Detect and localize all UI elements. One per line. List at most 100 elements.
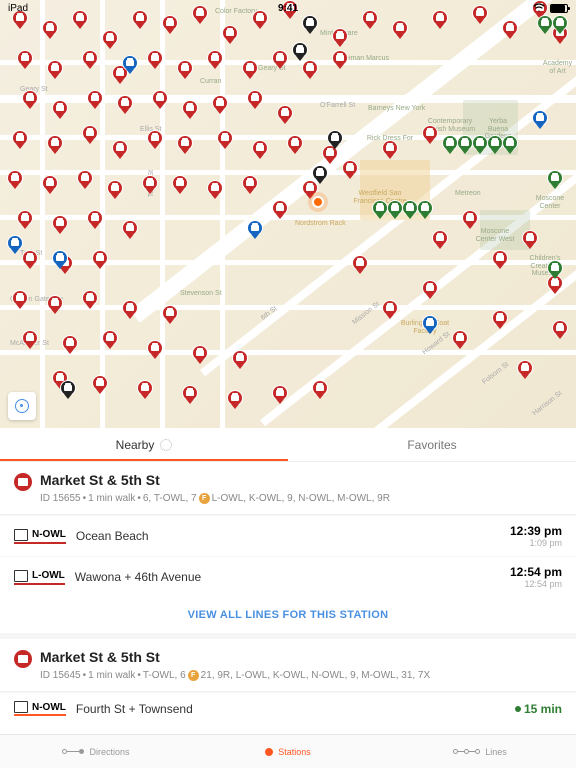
transit-stop-pin[interactable] [502,20,518,40]
transit-stop-pin[interactable] [422,280,438,300]
transit-stop-pin[interactable] [382,300,398,320]
transit-stop-pin[interactable] [52,100,68,120]
line-row[interactable]: L-OWL Wawona + 46th Avenue 12:54 pm 12:5… [0,556,576,597]
transit-stop-pin[interactable] [287,135,303,155]
transit-stop-pin[interactable] [227,390,243,410]
transit-stop-pin[interactable] [247,220,263,240]
station-card[interactable]: Market St & 5th St ID 15655• 1 min walk•… [0,462,576,515]
transit-stop-pin[interactable] [87,90,103,110]
transit-stop-pin[interactable] [312,380,328,400]
transit-stop-pin[interactable] [302,60,318,80]
transit-stop-pin[interactable] [7,235,23,255]
transit-stop-pin[interactable] [247,90,263,110]
transit-stop-pin[interactable] [17,50,33,70]
transit-stop-pin[interactable] [422,315,438,335]
transit-stop-pin[interactable] [537,15,553,35]
transit-stop-pin[interactable] [492,310,508,330]
transit-stop-pin[interactable] [147,50,163,70]
transit-stop-pin[interactable] [60,380,76,400]
transit-stop-pin[interactable] [432,230,448,250]
nav-lines[interactable]: Lines [384,735,576,768]
transit-stop-pin[interactable] [22,90,38,110]
transit-stop-pin[interactable] [492,250,508,270]
transit-stop-pin[interactable] [552,320,568,340]
transit-stop-pin[interactable] [47,60,63,80]
transit-stop-pin[interactable] [122,55,138,75]
transit-stop-pin[interactable] [342,160,358,180]
transit-stop-pin[interactable] [352,255,368,275]
transit-stop-pin[interactable] [102,30,118,50]
transit-stop-pin[interactable] [502,135,518,155]
transit-stop-pin[interactable] [532,110,548,130]
transit-stop-pin[interactable] [252,140,268,160]
transit-stop-pin[interactable] [372,200,388,220]
nav-directions[interactable]: Directions [0,735,192,768]
transit-stop-pin[interactable] [312,165,328,185]
transit-stop-pin[interactable] [232,350,248,370]
transit-stop-pin[interactable] [487,135,503,155]
transit-stop-pin[interactable] [182,385,198,405]
transit-stop-pin[interactable] [272,200,288,220]
transit-stop-pin[interactable] [47,135,63,155]
transit-stop-pin[interactable] [52,215,68,235]
transit-stop-pin[interactable] [517,360,533,380]
transit-stop-pin[interactable] [182,100,198,120]
transit-stop-pin[interactable] [137,380,153,400]
transit-stop-pin[interactable] [547,260,563,280]
transit-stop-pin[interactable] [392,20,408,40]
station-card[interactable]: Market St & 5th St ID 15645• 1 min walk•… [0,639,576,692]
transit-stop-pin[interactable] [107,180,123,200]
transit-stop-pin[interactable] [142,175,158,195]
transit-map[interactable]: Geary St Ellis St Turk St Golden Gate Av… [0,0,576,428]
transit-stop-pin[interactable] [382,140,398,160]
nav-stations[interactable]: Stations [192,735,384,768]
transit-stop-pin[interactable] [272,385,288,405]
transit-stop-pin[interactable] [327,130,343,150]
transit-stop-pin[interactable] [102,330,118,350]
transit-stop-pin[interactable] [442,135,458,155]
transit-stop-pin[interactable] [547,170,563,190]
transit-stop-pin[interactable] [82,50,98,70]
transit-stop-pin[interactable] [162,305,178,325]
transit-stop-pin[interactable] [122,220,138,240]
transit-stop-pin[interactable] [222,25,238,45]
transit-stop-pin[interactable] [332,50,348,70]
transit-stop-pin[interactable] [462,210,478,230]
transit-stop-pin[interactable] [117,95,133,115]
transit-stop-pin[interactable] [42,175,58,195]
line-row[interactable]: N-OWL Ocean Beach 12:39 pm 1:09 pm [0,515,576,556]
transit-stop-pin[interactable] [212,95,228,115]
transit-stop-pin[interactable] [147,340,163,360]
locate-button[interactable] [8,392,36,420]
transit-stop-pin[interactable] [177,135,193,155]
tab-nearby[interactable]: Nearby [0,428,288,461]
transit-stop-pin[interactable] [12,290,28,310]
tab-favorites[interactable]: Favorites [288,428,576,461]
transit-stop-pin[interactable] [332,28,348,48]
transit-stop-pin[interactable] [277,105,293,125]
transit-stop-pin[interactable] [62,335,78,355]
line-row[interactable]: N-OWL Fourth St + Townsend 15 min [0,692,576,724]
transit-stop-pin[interactable] [177,60,193,80]
transit-stop-pin[interactable] [422,125,438,145]
transit-stop-pin[interactable] [12,130,28,150]
transit-stop-pin[interactable] [87,210,103,230]
transit-stop-pin[interactable] [292,42,308,62]
transit-stop-pin[interactable] [162,15,178,35]
transit-stop-pin[interactable] [417,200,433,220]
transit-stop-pin[interactable] [172,175,188,195]
transit-stop-pin[interactable] [242,60,258,80]
transit-stop-pin[interactable] [387,200,403,220]
transit-stop-pin[interactable] [22,250,38,270]
transit-stop-pin[interactable] [52,250,68,270]
transit-stop-pin[interactable] [122,300,138,320]
transit-stop-pin[interactable] [7,170,23,190]
transit-stop-pin[interactable] [42,20,58,40]
transit-stop-pin[interactable] [217,130,233,150]
transit-stop-pin[interactable] [457,135,473,155]
transit-stop-pin[interactable] [552,15,568,35]
view-all-link[interactable]: VIEW ALL LINES FOR THIS STATION [0,597,576,639]
transit-stop-pin[interactable] [207,180,223,200]
transit-stop-pin[interactable] [92,250,108,270]
transit-stop-pin[interactable] [472,135,488,155]
